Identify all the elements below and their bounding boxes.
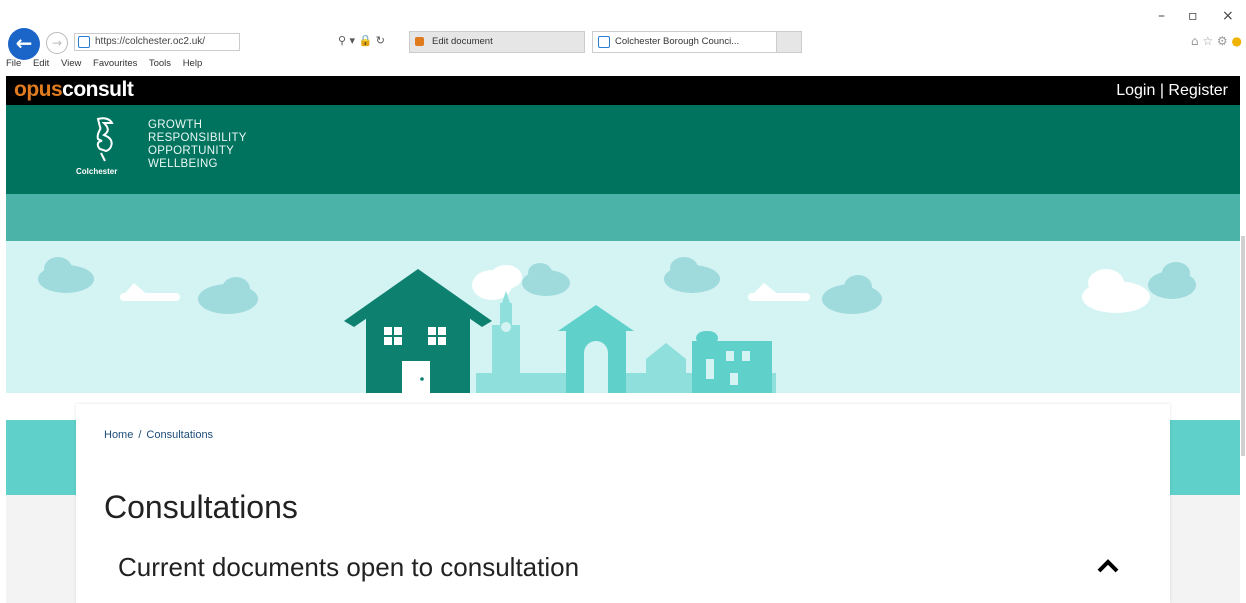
back-arrow-icon[interactable]: ← bbox=[8, 28, 40, 60]
tab-favicon-icon bbox=[415, 37, 424, 46]
auth-links: Login | Register bbox=[1116, 82, 1228, 100]
breadcrumb-separator: / bbox=[138, 429, 142, 441]
feedback-smiley-icon[interactable]: ● bbox=[1232, 34, 1242, 48]
new-tab-button[interactable] bbox=[776, 31, 802, 53]
forward-arrow-icon[interactable]: → bbox=[46, 32, 68, 54]
breadcrumb-consultations-link[interactable]: Consultations bbox=[146, 429, 213, 441]
council-name: Colchester bbox=[76, 167, 118, 176]
toolbar-icons[interactable]: ⌂ ☆ ⚙ ● bbox=[1191, 34, 1242, 48]
logo-part-consult: consult bbox=[62, 78, 134, 101]
tab-label: Edit document bbox=[432, 36, 493, 47]
menu-help[interactable]: Help bbox=[183, 58, 203, 69]
decor-strip-right bbox=[1170, 420, 1240, 495]
council-motto: GROWTH RESPONSIBILITY OPPORTUNITY WELLBE… bbox=[148, 119, 247, 171]
scrollbar-thumb[interactable] bbox=[1241, 236, 1245, 456]
motto-line: WELLBEING bbox=[148, 158, 218, 170]
menu-bar: File Edit View Favourites Tools Help bbox=[6, 58, 211, 69]
motto-line: GROWTH bbox=[148, 119, 203, 131]
address-tools[interactable]: ⚲ ▾ 🔒 ↻ bbox=[338, 34, 385, 47]
settings-gear-icon[interactable]: ⚙ bbox=[1217, 34, 1228, 48]
colchester-crest-icon[interactable] bbox=[92, 115, 118, 163]
logo-part-opus: opus bbox=[14, 78, 63, 101]
tab-label: Colchester Borough Counci... bbox=[615, 36, 740, 47]
address-text: https://colchester.oc2.uk/ bbox=[95, 36, 206, 47]
breadcrumb-home-link[interactable]: Home bbox=[104, 429, 133, 441]
login-link[interactable]: Login bbox=[1116, 82, 1155, 99]
close-window-button[interactable]: × bbox=[1222, 8, 1234, 24]
home-icon[interactable]: ⌂ bbox=[1191, 34, 1199, 48]
page-title: Consultations bbox=[104, 489, 298, 525]
menu-file[interactable]: File bbox=[6, 58, 21, 69]
menu-tools[interactable]: Tools bbox=[149, 58, 171, 69]
decor-strip-left bbox=[6, 420, 76, 495]
tab-edit-document[interactable]: Edit document bbox=[409, 31, 585, 53]
sub-navigation-bar bbox=[6, 194, 1240, 241]
hero-banner bbox=[6, 241, 1240, 393]
menu-view[interactable]: View bbox=[61, 58, 81, 69]
section-heading[interactable]: Current documents open to consultation bbox=[118, 552, 579, 583]
restore-button[interactable]: ▫ bbox=[1188, 8, 1198, 24]
motto-line: OPPORTUNITY bbox=[148, 145, 235, 157]
auth-divider: | bbox=[1159, 82, 1164, 99]
tab-colchester[interactable]: Colchester Borough Counci... × bbox=[592, 31, 802, 53]
address-bar[interactable]: https://colchester.oc2.uk/ bbox=[74, 33, 240, 51]
town-skyline-illustration bbox=[38, 257, 1196, 393]
collapse-chevron-up-icon[interactable] bbox=[1096, 554, 1120, 578]
site-favicon-icon bbox=[78, 36, 90, 48]
site-topbar: opusconsult Login | Register bbox=[6, 76, 1246, 105]
page-scrollbar[interactable] bbox=[1240, 76, 1246, 603]
tab-favicon-icon bbox=[598, 36, 610, 48]
favourites-star-icon[interactable]: ☆ bbox=[1202, 34, 1213, 48]
council-header: Colchester GROWTH RESPONSIBILITY OPPORTU… bbox=[6, 105, 1240, 194]
register-link[interactable]: Register bbox=[1168, 82, 1228, 99]
browser-chrome: ← → https://colchester.oc2.uk/ ⚲ ▾ 🔒 ↻ E… bbox=[0, 0, 1246, 76]
menu-favourites[interactable]: Favourites bbox=[93, 58, 137, 69]
content-card: Home / Consultations Consultations Current… bbox=[76, 404, 1170, 603]
minimize-button[interactable]: – bbox=[1158, 8, 1165, 24]
opusconsult-logo[interactable]: opusconsult bbox=[14, 77, 134, 103]
breadcrumb: Home / Consultations bbox=[104, 429, 213, 441]
menu-edit[interactable]: Edit bbox=[33, 58, 49, 69]
motto-line: RESPONSIBILITY bbox=[148, 132, 247, 144]
